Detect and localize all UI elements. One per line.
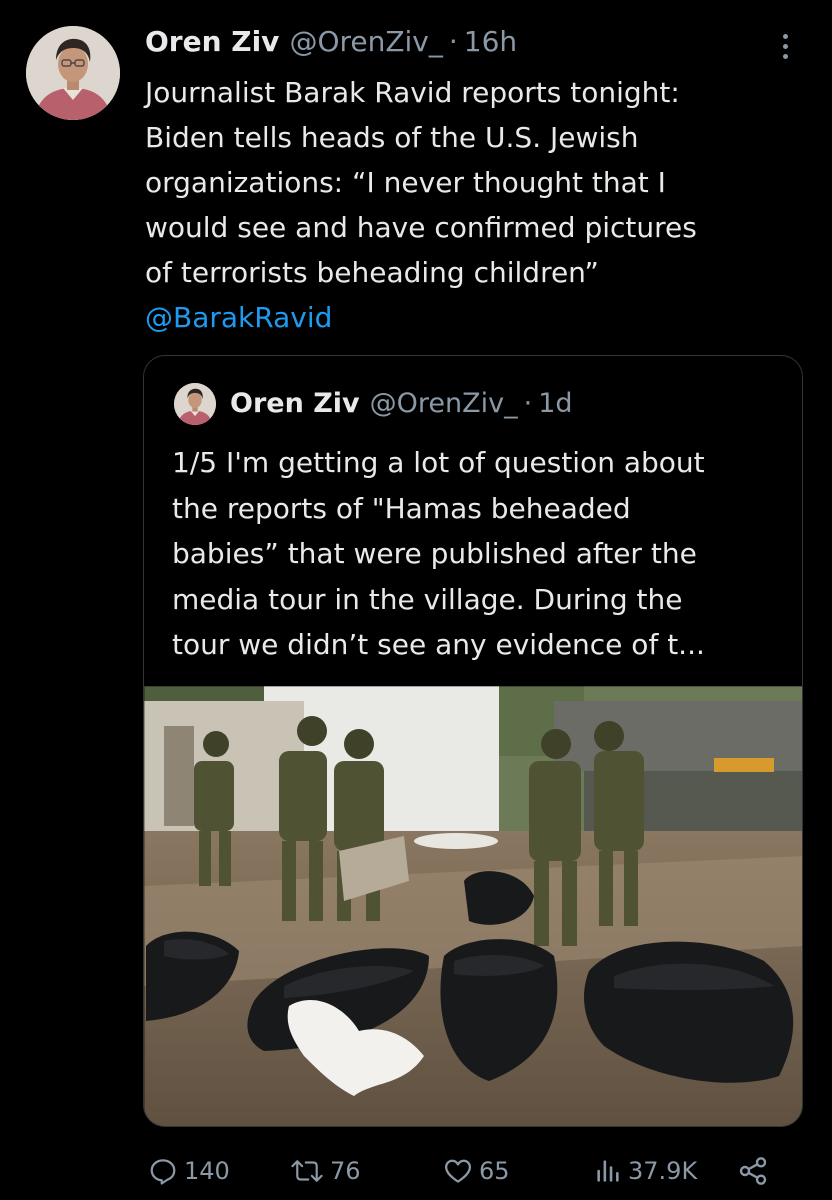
- reply-icon: [150, 1159, 176, 1185]
- quoted-author-name[interactable]: Oren Ziv: [230, 384, 360, 424]
- view-count: 37.9K: [628, 1157, 698, 1185]
- author-handle[interactable]: @OrenZiv_: [289, 22, 442, 62]
- quoted-tweet[interactable]: Oren Ziv @OrenZiv_ · 1d 1/5 I'm getting …: [143, 355, 803, 1127]
- tweet[interactable]: Oren Ziv @OrenZiv_ · 16h Journalist Bara…: [0, 0, 832, 1200]
- quoted-tweet-text: 1/5 I'm getting a lot of question about …: [172, 440, 792, 668]
- tweet-text: Journalist Barak Ravid reports tonight: …: [145, 70, 805, 295]
- author-name[interactable]: Oren Ziv: [145, 22, 279, 62]
- like-button[interactable]: 65: [443, 1146, 510, 1196]
- more-options-icon[interactable]: [770, 26, 800, 66]
- repost-icon: [291, 1160, 323, 1182]
- header-separator: ·: [448, 25, 458, 58]
- share-icon: [739, 1157, 767, 1185]
- quoted-text-line: media tour in the village. During the: [172, 582, 683, 616]
- quoted-text-line: tour we didn’t see any evidence of t...: [172, 628, 705, 661]
- tweet-text-line: Journalist Barak Ravid reports tonight:: [145, 76, 680, 109]
- reply-count: 140: [184, 1157, 230, 1185]
- reply-button[interactable]: 140: [148, 1146, 230, 1196]
- tweet-text-line: of terrorists beheading children”: [145, 256, 599, 289]
- quoted-header-separator: ·: [523, 388, 533, 419]
- photo-icon: [144, 686, 802, 1126]
- tweet-text-line: organizations: “I never thought that I: [145, 166, 666, 199]
- views-icon: [597, 1160, 619, 1182]
- mention-link[interactable]: @BarakRavid: [145, 295, 332, 340]
- quoted-text-line: 1/5 I'm getting a lot of question about: [172, 446, 705, 479]
- tweet-actions: 140 76 65 37.9K: [0, 1146, 832, 1196]
- views-button[interactable]: 37.9K: [594, 1146, 697, 1196]
- like-count: 65: [479, 1157, 510, 1185]
- quoted-author-avatar[interactable]: [174, 383, 216, 425]
- tweet-header: Oren Ziv @OrenZiv_ · 16h: [145, 22, 517, 62]
- tweet-timestamp[interactable]: 16h: [464, 22, 517, 62]
- quoted-text-line: the reports of "Hamas beheaded: [172, 491, 631, 525]
- like-icon: [445, 1159, 471, 1183]
- repost-count: 76: [330, 1157, 361, 1185]
- quoted-author-avatar-image: [174, 383, 216, 425]
- quoted-author-handle[interactable]: @OrenZiv_: [370, 384, 518, 424]
- tweet-text-line: Biden tells heads of the U.S. Jewish: [145, 121, 639, 154]
- share-button[interactable]: [737, 1146, 769, 1196]
- quoted-tweet-photo[interactable]: [144, 686, 802, 1126]
- author-avatar-image: [26, 26, 120, 120]
- tweet-text-line: would see and have confirmed pictures: [145, 211, 697, 244]
- quoted-timestamp[interactable]: 1d: [538, 384, 572, 424]
- repost-button[interactable]: 76: [290, 1146, 361, 1196]
- author-avatar[interactable]: [26, 26, 120, 120]
- quoted-tweet-header: Oren Ziv @OrenZiv_ · 1d: [230, 384, 573, 424]
- quoted-text-line: babies” that were published after the: [172, 537, 697, 570]
